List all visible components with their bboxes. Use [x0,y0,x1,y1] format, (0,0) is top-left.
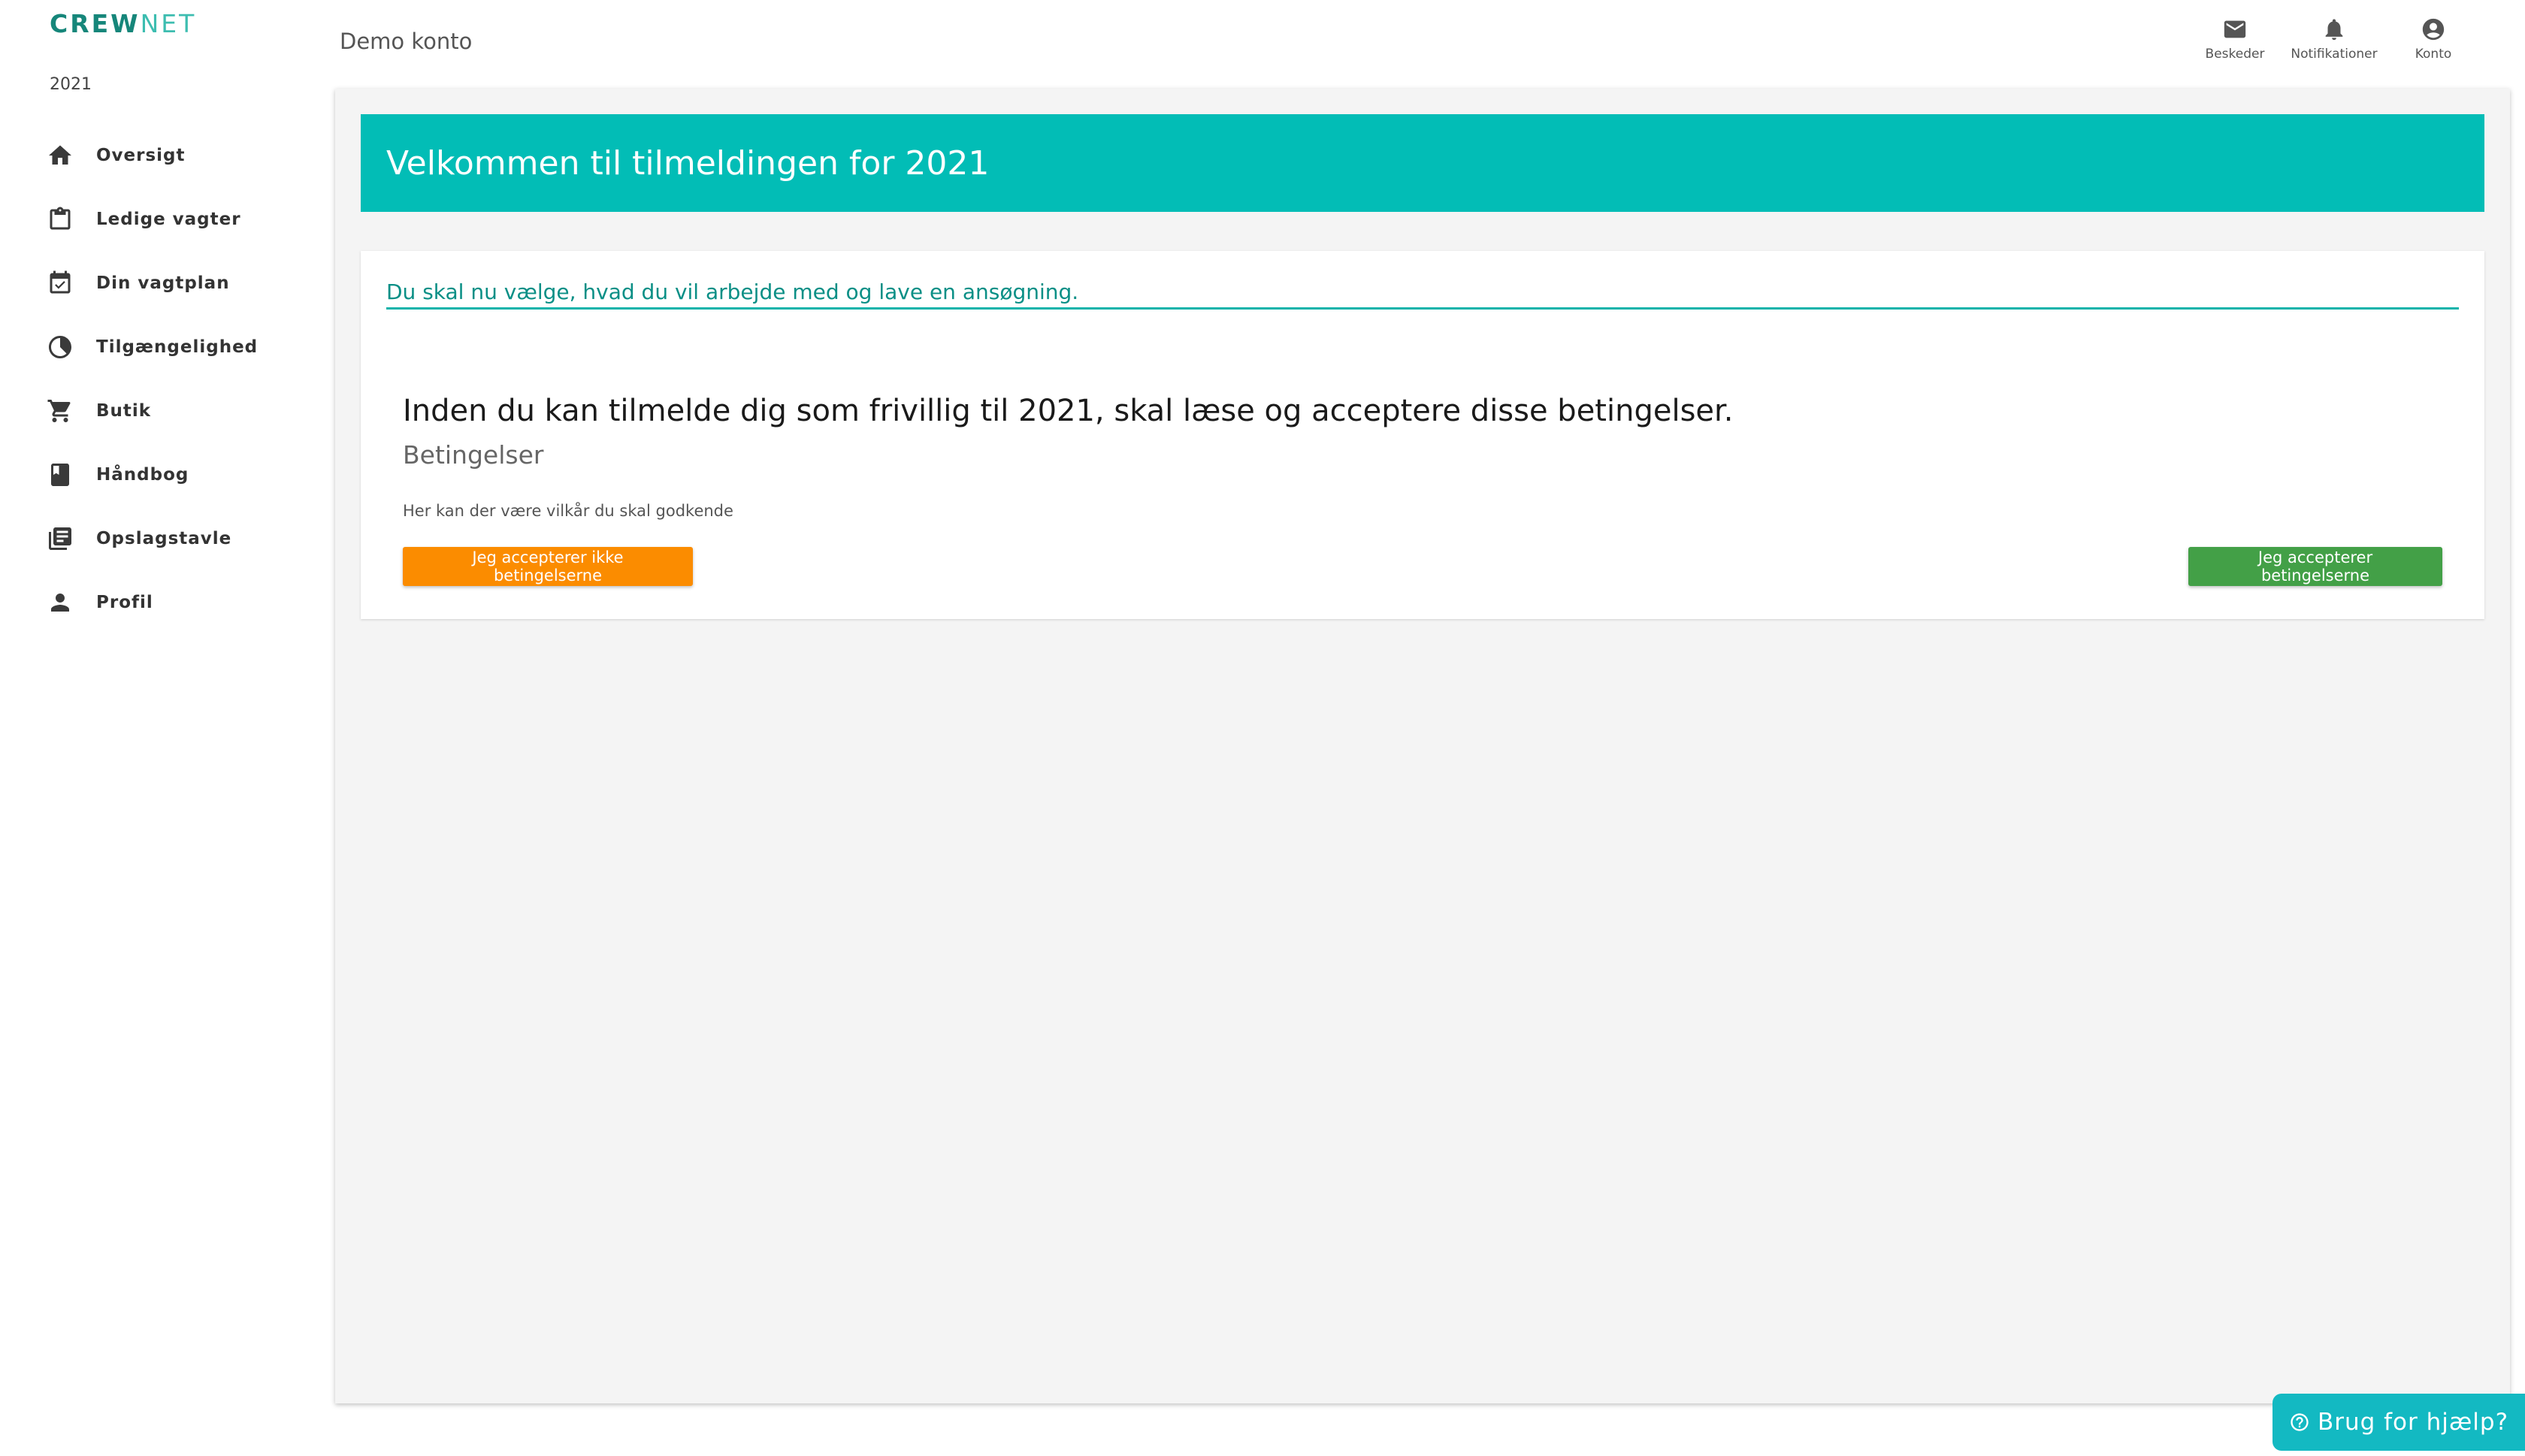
sidebar-item-label: Ledige vagter [96,209,241,229]
crewnet-logo[interactable]: CREWNET [50,9,196,39]
accept-terms-button[interactable]: Jeg accepterer betingelserne [2188,547,2442,586]
sidebar-item-opslagstavle[interactable]: Opslagstavle [0,506,323,570]
help-label: Brug for hjælp? [2317,1409,2509,1436]
mail-icon [2224,20,2246,38]
decline-terms-button[interactable]: Jeg accepterer ikke betingelserne [403,547,693,586]
terms-card: Du skal nu vælge, hvad du vil arbejde me… [361,251,2484,619]
terms-heading: Inden du kan tilmelde dig som frivillig … [403,394,1734,428]
help-button[interactable]: Brug for hjælp? [2272,1394,2525,1451]
availability-icon [49,335,71,358]
bell-icon [2325,19,2343,41]
logo-net: NET [140,9,197,38]
home-icon [49,145,71,165]
messages-button[interactable]: Beskeder [2185,17,2285,62]
sidebar-item-oversigt[interactable]: Oversigt [0,123,323,187]
sidebar-item-profil[interactable]: Profil [0,570,323,634]
header-actions: Beskeder Notifikationer Konto [2185,17,2483,62]
terms-text: Her kan der være vilkår du skal godkende [403,502,733,520]
help-circle-icon [2291,1413,2309,1431]
sidebar-item-label: Butik [96,400,152,421]
notifications-button[interactable]: Notifikationer [2285,17,2384,62]
banner-title: Velkommen til tilmeldingen for 2021 [386,143,990,183]
sidebar-nav: Oversigt Ledige vagter Din vagtplan Tilg… [0,123,323,634]
sidebar-item-label: Profil [96,592,153,612]
welcome-banner: Velkommen til tilmeldingen for 2021 [361,114,2484,212]
sidebar-item-tilgaengelighed[interactable]: Tilgængelighed [0,315,323,379]
account-button[interactable]: Konto [2384,17,2483,62]
sidebar-item-butik[interactable]: Butik [0,379,323,443]
logo-crew: CREW [50,9,141,38]
sidebar-item-label: Tilgængelighed [96,337,259,357]
year-label: 2021 [50,75,92,94]
notifications-label: Notifikationer [2291,47,2378,62]
sidebar-item-label: Din vagtplan [96,273,230,293]
cart-icon [47,399,71,422]
terms-subheading: Betingelser [403,440,544,470]
clipboard-icon [50,207,71,229]
calendar-check-icon [50,270,71,293]
sidebar-item-ledige-vagter[interactable]: Ledige vagter [0,187,323,251]
sidebar-item-label: Håndbog [96,464,189,485]
instruction-text: Du skal nu vælge, hvad du vil arbejde me… [386,279,2459,310]
book-icon [51,463,69,486]
account-title: Demo konto [340,29,473,54]
sidebar: CREWNET 2021 Oversigt Ledige vagter Din … [0,0,323,1456]
sidebar-item-label: Opslagstavle [96,528,232,548]
account-label: Konto [2415,47,2452,62]
main-panel: Velkommen til tilmeldingen for 2021 Du s… [335,89,2510,1403]
sidebar-item-label: Oversigt [96,145,186,165]
bulletin-icon [49,527,71,550]
sidebar-item-din-vagtplan[interactable]: Din vagtplan [0,251,323,315]
sidebar-item-haandbog[interactable]: Håndbog [0,443,323,506]
person-icon [51,593,69,612]
account-circle-icon [2422,18,2445,41]
messages-label: Beskeder [2205,47,2265,62]
